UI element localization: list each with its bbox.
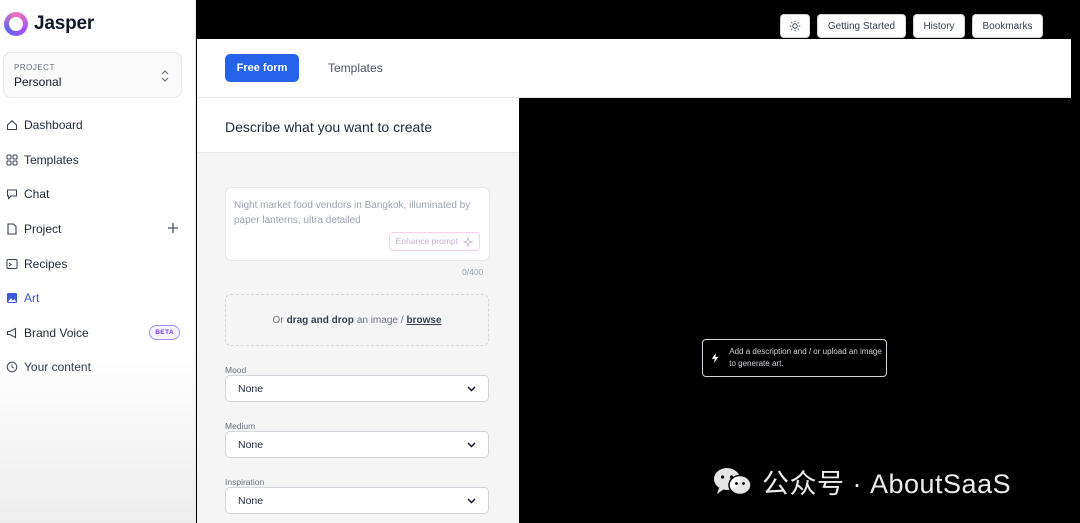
sidebar: Jasper PROJECT Personal Dashboard Templa… <box>0 0 196 523</box>
theme-toggle-button[interactable] <box>780 14 810 38</box>
project-selector[interactable]: PROJECT Personal <box>3 52 182 98</box>
enhance-prompt-button[interactable]: Enhance prompt <box>388 232 480 251</box>
watermark-text: 公众号 · AboutSaaS <box>762 469 1012 499</box>
form-title: Describe what you want to create <box>225 119 432 135</box>
image-upload-dropzone[interactable]: Or drag and drop an image / browse <box>225 294 489 346</box>
project-name: Personal <box>14 75 62 89</box>
upload-middle-text: an image / <box>356 314 404 326</box>
jasper-logo[interactable]: Jasper <box>4 12 94 36</box>
sidebar-item-label: Templates <box>24 152 79 167</box>
upload-prefix: Or <box>272 314 284 326</box>
sidebar-item-your-content[interactable]: Your content <box>0 350 196 385</box>
browse-link[interactable]: browse <box>407 315 442 326</box>
form-header: Describe what you want to create <box>197 98 519 153</box>
sidebar-item-project[interactable]: Project <box>0 212 196 247</box>
add-project-icon[interactable] <box>166 221 180 235</box>
wechat-icon <box>714 467 752 495</box>
beta-badge: BETA <box>149 324 180 340</box>
char-counter: 0/400 <box>462 267 484 277</box>
right-edge <box>1071 39 1080 523</box>
enhance-prompt-label: Enhance prompt <box>395 236 458 246</box>
sidebar-item-brand-voice[interactable]: Brand Voice BETA <box>0 316 196 351</box>
history-button[interactable]: History <box>913 14 965 38</box>
chevron-down-icon <box>467 442 476 448</box>
sidebar-item-label: Chat <box>24 187 50 202</box>
medium-value: None <box>238 438 264 451</box>
sidebar-item-label: Your content <box>24 360 91 375</box>
getting-started-button[interactable]: Getting Started <box>817 14 906 38</box>
upload-drag-text: drag and drop <box>286 314 354 326</box>
megaphone-icon <box>5 326 18 339</box>
art-preview-area: Add a description and / or upload an ima… <box>519 98 1071 523</box>
home-icon <box>5 119 18 132</box>
empty-state-text: Add a description and / or upload an ima… <box>729 347 882 368</box>
prompt-textarea[interactable]: Night market food vendors in Bangkok, il… <box>225 187 490 261</box>
sidebar-nav: Dashboard Templates Chat Project Recipes… <box>0 108 196 385</box>
sidebar-item-chat[interactable]: Chat <box>0 177 196 212</box>
sidebar-item-label: Project <box>24 222 62 237</box>
file-icon <box>5 223 18 236</box>
sparkle-icon <box>463 236 473 247</box>
inspiration-value: None <box>238 494 264 507</box>
chevron-down-icon <box>467 386 476 392</box>
content-icon <box>5 361 18 374</box>
inspiration-label: Inspiration <box>225 477 265 487</box>
sun-icon <box>789 20 801 32</box>
sidebar-item-label: Brand Voice <box>24 325 89 340</box>
inspiration-select[interactable]: None <box>225 487 489 514</box>
image-icon <box>5 292 18 305</box>
mode-tabbar: Free form Templates <box>197 39 1071 98</box>
sidebar-item-recipes[interactable]: Recipes <box>0 246 196 281</box>
sidebar-item-label: Art <box>24 291 40 306</box>
chevron-updown-icon <box>161 70 169 82</box>
bookmarks-button[interactable]: Bookmarks <box>972 14 1043 38</box>
empty-state-hint: Add a description and / or upload an ima… <box>702 339 887 377</box>
medium-select[interactable]: None <box>225 431 489 458</box>
watermark: 公众号 · AboutSaaS <box>712 462 1011 501</box>
tab-templates[interactable]: Templates <box>328 61 383 75</box>
jasper-logo-icon <box>4 12 28 36</box>
tab-free-form[interactable]: Free form <box>225 54 299 82</box>
art-form-panel: Describe what you want to create Night m… <box>197 98 519 523</box>
sidebar-item-dashboard[interactable]: Dashboard <box>0 108 196 143</box>
medium-label: Medium <box>225 421 256 431</box>
sidebar-item-label: Dashboard <box>24 118 83 133</box>
mood-value: None <box>238 382 264 395</box>
grid-icon <box>5 153 18 166</box>
sidebar-item-art[interactable]: Art <box>0 281 196 316</box>
lightning-icon <box>711 353 719 363</box>
sidebar-item-label: Recipes <box>24 256 68 271</box>
prompt-placeholder: Night market food vendors in Bangkok, il… <box>234 200 471 226</box>
sidebar-item-templates[interactable]: Templates <box>0 143 196 178</box>
mood-select[interactable]: None <box>225 375 489 402</box>
project-label: PROJECT <box>14 63 55 72</box>
app-name: Jasper <box>34 13 95 34</box>
chevron-down-icon <box>467 498 476 504</box>
mood-label: Mood <box>225 365 247 375</box>
chat-icon <box>5 188 18 201</box>
terminal-icon <box>5 257 18 270</box>
